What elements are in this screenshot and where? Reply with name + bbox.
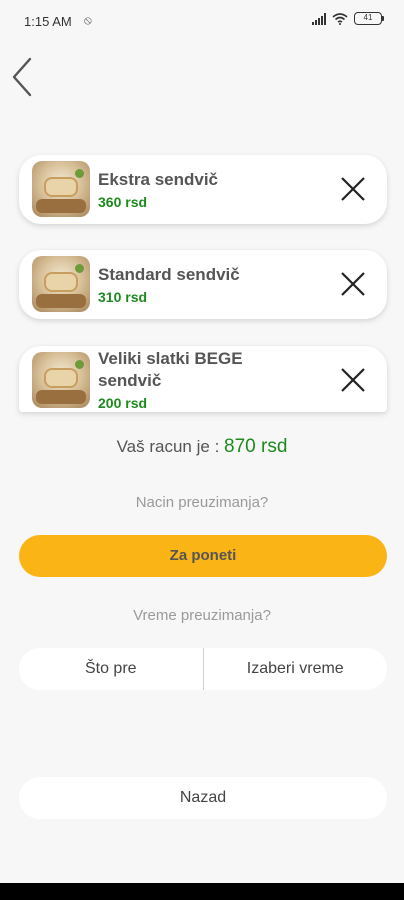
battery-icon: 41 (354, 12, 384, 25)
back-arrow-icon[interactable] (8, 55, 40, 99)
asap-option[interactable]: Što pre (19, 648, 203, 690)
cart-item: Veliki slatki BEGE sendvič 200 rsd (19, 346, 387, 412)
item-price: 200 rsd (98, 395, 148, 411)
remove-item-icon[interactable] (339, 270, 367, 298)
item-thumbnail (32, 352, 90, 408)
status-time: 1:15 AM (24, 14, 72, 29)
total-amount: 870 rsd (224, 436, 288, 457)
status-icons: 41 (312, 12, 384, 25)
total-label: Vaš racun je : (116, 437, 225, 456)
item-price: 360 rsd (98, 194, 148, 210)
item-price: 310 rsd (98, 289, 148, 305)
do-not-disturb-icon: ⦸ (84, 13, 92, 27)
status-bar: 1:15 AM ⦸ 41 (0, 0, 404, 40)
navigation-bar (0, 883, 404, 900)
back-button[interactable]: Nazad (19, 777, 387, 819)
wifi-icon (332, 12, 348, 25)
pickup-method-question: Nacin preuzimanja? (135, 494, 269, 511)
pickup-time-selector: Što pre Izaberi vreme (19, 648, 387, 690)
choose-time-option[interactable]: Izaberi vreme (204, 648, 388, 690)
remove-item-icon[interactable] (339, 366, 367, 394)
cart-item: Ekstra sendvič 360 rsd (19, 155, 387, 224)
signal-icon (312, 12, 326, 25)
takeaway-button[interactable]: Za poneti (19, 535, 387, 577)
item-thumbnail (32, 256, 90, 312)
item-name: Ekstra sendvič (98, 170, 219, 189)
cart-item: Standard sendvič 310 rsd (19, 250, 387, 319)
remove-item-icon[interactable] (339, 175, 367, 203)
item-name: Veliki slatki BEGE sendvič (98, 349, 243, 390)
pickup-time-question: Vreme preuzimanja? (133, 607, 271, 624)
order-total: Vaš racun je : 870 rsd (0, 436, 404, 458)
item-name: Standard sendvič (98, 265, 240, 284)
item-thumbnail (32, 161, 90, 217)
